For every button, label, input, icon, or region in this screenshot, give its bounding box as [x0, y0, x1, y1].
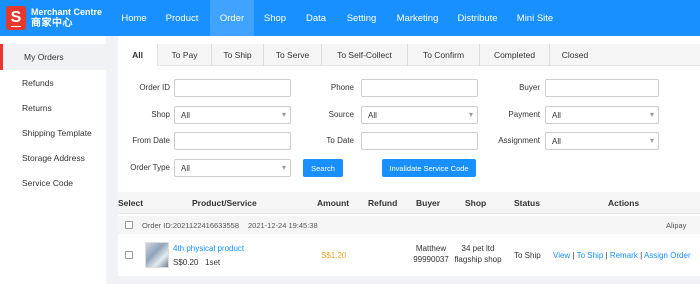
product-quantity: 1set — [205, 258, 221, 267]
col-select: Select — [118, 198, 144, 208]
buyer-label: Buyer — [519, 83, 540, 92]
col-buyer: Buyer — [416, 198, 441, 208]
to-ship-link[interactable]: To Ship — [577, 251, 604, 260]
payment-label: Payment — [508, 110, 540, 119]
action-separator: | — [605, 251, 608, 260]
product-unit-price: S$0.20 — [173, 258, 199, 267]
view-link[interactable]: View — [553, 251, 570, 260]
main-content: All To Pay To Ship To Serve To Self-Coll… — [118, 36, 700, 284]
col-amount: Amount — [317, 198, 350, 208]
search-button[interactable]: Search — [303, 159, 343, 177]
order-header-checkbox[interactable] — [125, 221, 133, 229]
order-actions: View | To Ship | Remark | Assign Order — [553, 251, 691, 260]
tab-to-serve[interactable]: To Serve — [264, 43, 322, 66]
sidebar-item-shipping-template[interactable]: Shipping Template — [0, 120, 106, 145]
sidebar-item-my-orders[interactable]: My Orders — [0, 44, 106, 70]
col-refund: Refund — [368, 198, 398, 208]
invalidate-service-code-button[interactable]: Invalidate Service Code — [382, 159, 476, 177]
source-label: Source — [328, 110, 354, 119]
nav-item-home[interactable]: Home — [114, 0, 154, 36]
tab-to-self-collect[interactable]: To Self-Collect — [322, 43, 408, 66]
phone-label: Phone — [330, 83, 354, 92]
table-bottom-divider — [118, 276, 700, 284]
tab-to-confirm[interactable]: To Confirm — [408, 43, 480, 66]
tab-closed[interactable]: Closed — [550, 44, 600, 66]
order-type-select[interactable]: All — [174, 159, 291, 177]
brand-name-zh: 商家中心 — [31, 18, 73, 29]
order-header-row: Order ID:2021122416633558 2021-12-24 19:… — [118, 216, 700, 234]
shop-name-line1: 34 pet ltd — [461, 244, 495, 253]
order-status: To Ship — [514, 251, 541, 260]
from-date-input[interactable] — [174, 132, 291, 150]
order-id-label: Order ID — [139, 83, 170, 92]
assignment-label: Assignment — [498, 136, 540, 145]
order-type-label: Order Type — [130, 163, 170, 172]
buyer-input[interactable] — [545, 79, 659, 97]
top-navigation-bar: S Merchant Centre 商家中心 Home Product Orde… — [0, 0, 700, 36]
nav-item-shop[interactable]: Shop — [254, 0, 296, 36]
assignment-select[interactable]: All — [545, 132, 659, 150]
order-id-text: Order ID:2021122416633558 — [142, 221, 240, 230]
nav-item-mini-site[interactable]: Mini Site — [507, 0, 563, 36]
order-row-checkbox[interactable] — [125, 251, 133, 259]
col-shop: Shop — [465, 198, 487, 208]
table-row: 4th physical product S$0.20 1set S$1.20 … — [118, 234, 700, 274]
buyer-phone: 99990037 — [413, 255, 449, 264]
tab-to-ship[interactable]: To Ship — [212, 43, 264, 66]
merchant-logo-icon: S — [6, 6, 26, 30]
orders-table-header: Select Product/Service Amount Refund Buy… — [118, 192, 700, 214]
brand[interactable]: S Merchant Centre 商家中心 — [0, 0, 114, 36]
nav-item-marketing[interactable]: Marketing — [387, 0, 448, 36]
main-nav: Home Product Order Shop Data Setting Mar… — [114, 0, 563, 36]
tab-to-pay[interactable]: To Pay — [158, 43, 212, 66]
action-separator: | — [572, 251, 575, 260]
shop-select[interactable]: All — [174, 106, 291, 124]
nav-item-distribute[interactable]: Distribute — [448, 0, 507, 36]
tab-all[interactable]: All — [118, 43, 158, 66]
from-date-label: From Date — [132, 136, 170, 145]
sidebar-item-service-code[interactable]: Service Code — [0, 170, 106, 195]
nav-item-product[interactable]: Product — [154, 0, 210, 36]
payment-select[interactable]: All — [545, 106, 659, 124]
sidebar-item-storage-address[interactable]: Storage Address — [0, 145, 106, 170]
brand-text: Merchant Centre 商家中心 — [31, 7, 102, 29]
order-amount: S$1.20 — [321, 251, 347, 260]
shop-name-line2: flagship shop — [454, 255, 502, 264]
buyer-name: Matthew — [415, 244, 447, 253]
brand-name-en: Merchant Centre — [31, 7, 103, 17]
phone-input[interactable] — [361, 79, 478, 97]
order-status-tabs: All To Pay To Ship To Serve To Self-Coll… — [118, 43, 700, 66]
order-datetime: 2021-12-24 19:45:38 — [248, 221, 318, 230]
order-id-input[interactable] — [174, 79, 291, 97]
order-payment-method: Alipay — [666, 221, 687, 230]
source-select[interactable]: All — [361, 106, 478, 124]
sidebar-item-refunds[interactable]: Refunds — [0, 70, 106, 95]
col-actions: Actions — [608, 198, 640, 208]
col-status: Status — [514, 198, 540, 208]
sidebar-item-returns[interactable]: Returns — [0, 95, 106, 120]
nav-item-order[interactable]: Order — [210, 0, 254, 36]
tab-completed[interactable]: Completed — [480, 43, 550, 66]
assign-order-link[interactable]: Assign Order — [644, 251, 691, 260]
remark-link[interactable]: Remark — [610, 251, 638, 260]
to-date-label: To Date — [326, 136, 354, 145]
nav-item-setting[interactable]: Setting — [336, 0, 387, 36]
sidebar: My Orders Refunds Returns Shipping Templ… — [0, 36, 106, 284]
to-date-input[interactable] — [361, 132, 478, 150]
product-thumbnail[interactable] — [145, 242, 169, 268]
shop-label: Shop — [151, 110, 170, 119]
col-product-service: Product/Service — [192, 198, 257, 208]
action-separator: | — [640, 251, 643, 260]
product-name-link[interactable]: 4th physical product — [173, 244, 244, 253]
nav-item-data[interactable]: Data — [296, 0, 336, 36]
